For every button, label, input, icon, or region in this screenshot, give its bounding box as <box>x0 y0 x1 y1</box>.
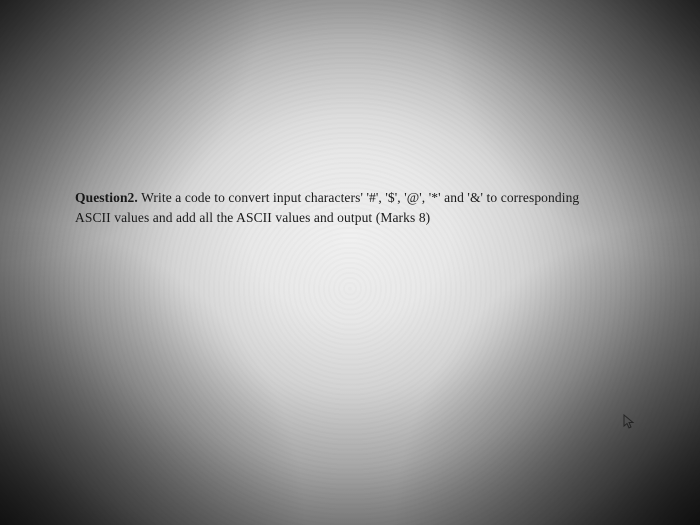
screen-moire-pattern <box>0 0 700 525</box>
question-label: Question2. <box>75 190 138 205</box>
question-body-line1: Write a code to convert input characters… <box>141 190 579 205</box>
cursor-icon <box>623 414 635 430</box>
vignette-overlay <box>0 0 700 525</box>
corner-darkening <box>0 0 700 525</box>
question-text-block: Question2. Write a code to convert input… <box>75 188 640 227</box>
question-body-line2: ASCII values and add all the ASCII value… <box>75 210 430 225</box>
